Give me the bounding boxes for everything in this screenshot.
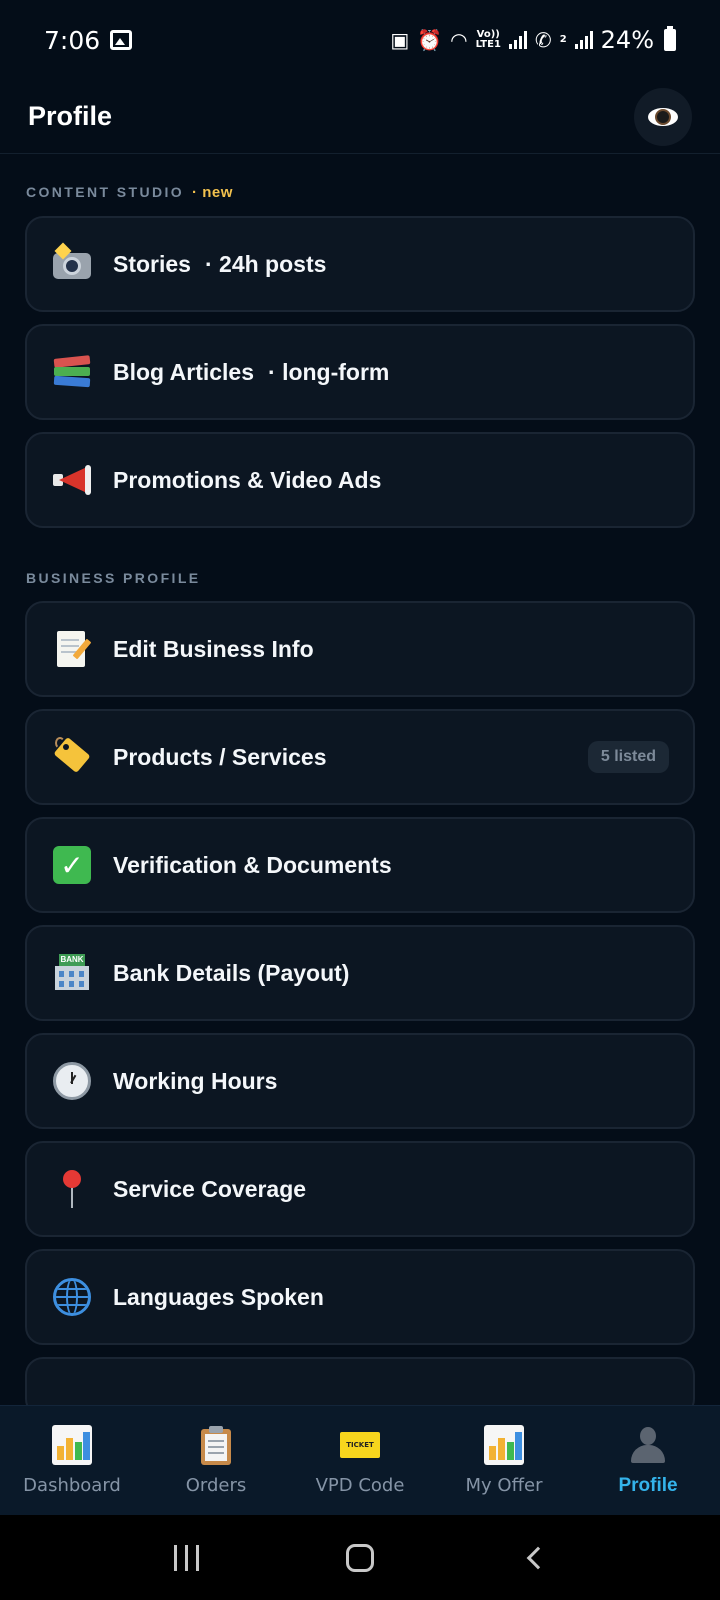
recents-icon[interactable]	[173, 1544, 199, 1571]
round-pin-icon	[51, 1168, 93, 1210]
battery-icon	[664, 26, 676, 51]
globe-icon	[51, 1276, 93, 1318]
battery-percent: 24%	[600, 26, 654, 54]
nav-label: Dashboard	[23, 1475, 121, 1496]
lte-label: LTE1	[475, 39, 501, 50]
check-mark-icon: ✓	[51, 844, 93, 886]
menu-item-stories[interactable]: Stories · 24h posts	[25, 216, 695, 312]
nav-item-orders[interactable]: Orders	[144, 1406, 288, 1515]
nav-item-my-offer[interactable]: My Offer	[432, 1406, 576, 1515]
menu-item-service-coverage[interactable]: Service Coverage	[25, 1141, 695, 1237]
nav-item-vpd-code[interactable]: TICKET VPD Code	[288, 1406, 432, 1515]
bank-sign: BANK	[59, 954, 85, 966]
count-badge: 5 listed	[587, 741, 669, 773]
clipboard-icon	[196, 1425, 236, 1465]
status-time: 7:06	[44, 25, 101, 55]
label-tag-icon	[51, 736, 93, 778]
section-title: CONTENT STUDIO	[26, 184, 185, 200]
menu-item-label: Blog Articles	[113, 358, 255, 385]
menu-item-languages-spoken[interactable]: Languages Spoken	[25, 1249, 695, 1345]
ticket-icon: TICKET	[340, 1425, 380, 1465]
menu-item-label: Edit Business Info	[113, 635, 314, 662]
wifi-calling-icon: ✆	[534, 28, 552, 52]
signal-sim1-icon	[508, 31, 527, 49]
status-bar: 7:06 ▣ ⏰ ◠ Vo)) LTE1 ✆ 2 24%	[0, 0, 720, 80]
camera-flash-icon	[51, 242, 93, 285]
bank-icon: BANK	[51, 952, 93, 994]
back-icon[interactable]	[526, 1546, 550, 1569]
clock-icon	[51, 1060, 93, 1102]
status-indicators: ▣ ⏰ ◠ Vo)) LTE1 ✆ 2 24%	[390, 26, 676, 54]
screen: 7:06 ▣ ⏰ ◠ Vo)) LTE1 ✆ 2 24% Profile CON…	[0, 0, 720, 1600]
menu-item-blog-articles[interactable]: Blog Articles · long-form	[25, 324, 695, 420]
section-label-content-studio: CONTENT STUDIO · new	[26, 184, 233, 201]
menu-item-sublabel: · 24h posts	[204, 250, 327, 277]
nav-label: Profile	[618, 1474, 678, 1496]
memo-icon	[51, 628, 93, 670]
app-header: Profile	[0, 80, 720, 154]
ticket-text: TICKET	[340, 1432, 380, 1458]
new-tag: · new	[192, 184, 233, 201]
wifi-icon: ◠	[450, 28, 468, 52]
menu-item-promotions[interactable]: Promotions & Video Ads	[25, 432, 695, 528]
section-title: BUSINESS PROFILE	[26, 570, 201, 586]
nav-label: Orders	[185, 1475, 247, 1496]
menu-item-label: Working Hours	[113, 1067, 278, 1094]
system-nav-bar	[0, 1515, 720, 1600]
menu-item-label: Bank Details (Payout)	[113, 959, 350, 986]
menu-item-verification[interactable]: ✓ Verification & Documents	[25, 817, 695, 913]
alarm-icon: ⏰	[417, 28, 443, 52]
menu-item-label: Verification & Documents	[113, 851, 392, 878]
preview-button[interactable]	[634, 87, 692, 146]
gallery-notification-icon	[110, 30, 133, 50]
bar-chart-icon	[484, 1425, 524, 1465]
megaphone-icon	[51, 459, 93, 501]
battery-saver-icon: ▣	[390, 28, 410, 52]
books-icon	[51, 351, 93, 393]
menu-item-label: Service Coverage	[113, 1175, 307, 1202]
bottom-nav: Dashboard Orders TICKET VPD Code My Offe…	[0, 1405, 720, 1515]
user-silhouette-icon	[628, 1425, 668, 1465]
network-type: Vo)) LTE1	[476, 30, 501, 50]
home-icon[interactable]	[346, 1543, 375, 1572]
menu-item-sublabel: · long-form	[268, 358, 390, 385]
menu-item-label: Languages Spoken	[113, 1283, 324, 1310]
menu-item-label: Stories	[113, 250, 191, 277]
nav-label: My Offer	[465, 1475, 543, 1496]
nav-item-profile[interactable]: Profile	[576, 1406, 720, 1515]
eye-icon	[648, 107, 678, 126]
nav-label: VPD Code	[315, 1475, 405, 1496]
menu-item-label: Promotions & Video Ads	[113, 466, 382, 493]
section-label-business-profile: BUSINESS PROFILE	[26, 570, 201, 586]
nav-item-dashboard[interactable]: Dashboard	[0, 1406, 144, 1515]
menu-item-working-hours[interactable]: Working Hours	[25, 1033, 695, 1129]
menu-item-products-services[interactable]: Products / Services 5 listed	[25, 709, 695, 805]
signal-sim2-icon	[574, 31, 593, 49]
sim2-label: 2	[559, 34, 567, 45]
menu-item-bank-details[interactable]: BANK Bank Details (Payout)	[25, 925, 695, 1021]
page-title: Profile	[28, 101, 113, 131]
menu-item-edit-business-info[interactable]: Edit Business Info	[25, 601, 695, 697]
bar-chart-icon	[52, 1425, 92, 1465]
menu-item-label: Products / Services	[113, 743, 327, 770]
